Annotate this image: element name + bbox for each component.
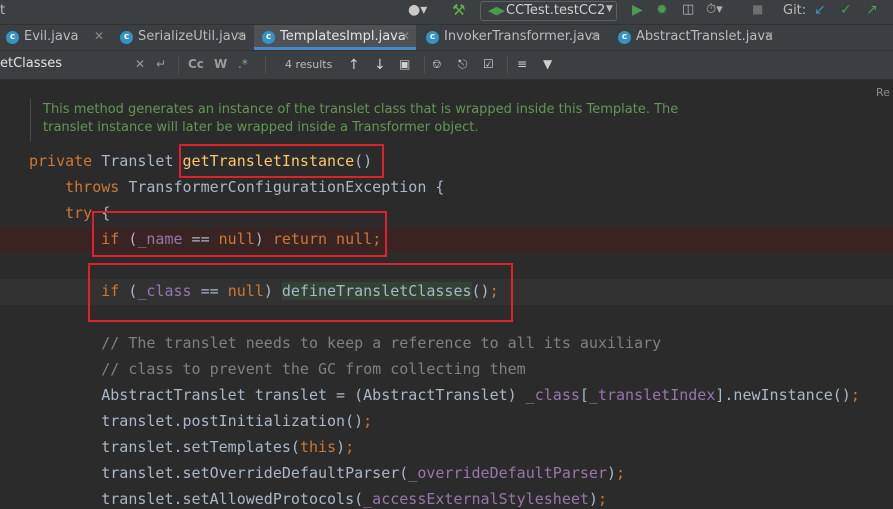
javadoc-line: This method generates an instance of the…: [43, 102, 679, 117]
divider: [424, 56, 425, 74]
code-line-set-allowed-protocols: translet.setAllowedProtocols(_accessExte…: [29, 490, 607, 508]
search-results-count: 4 results: [285, 58, 333, 71]
build-hammer-icon[interactable]: ⚒: [452, 1, 465, 19]
tab-label: SerializeUtil.java: [138, 29, 247, 44]
git-label: Git:: [783, 3, 807, 18]
search-input[interactable]: etClasses: [0, 56, 62, 71]
toolbar-fragment: t: [0, 3, 6, 18]
class-icon: c: [6, 31, 19, 44]
class-icon: c: [120, 31, 133, 44]
close-icon[interactable]: ✕: [590, 29, 600, 43]
editor-tabs: c Evil.java ✕ c SerializeUtil.java ✕ c T…: [0, 25, 893, 51]
find-bar: etClasses ✕ ↵ Cc W .* 4 results ↑ ↓ ▣ ⎊ …: [0, 51, 893, 80]
tab-invokertransformer[interactable]: c InvokerTransformer.java ✕: [418, 25, 606, 50]
chevron-down-icon: ▼: [606, 4, 613, 14]
run-icon[interactable]: ▶: [632, 2, 643, 18]
annotation-box-method: [179, 144, 384, 178]
javadoc-comment: This method generates an instance of the…: [30, 98, 877, 142]
code-line-comment: // class to prevent the GC from collecti…: [29, 360, 526, 378]
close-icon[interactable]: ✕: [94, 29, 104, 43]
reader-mode-marker: Re: [876, 86, 890, 99]
remove-occurrence-icon[interactable]: ⎋: [458, 57, 468, 72]
match-case-button[interactable]: Cc: [188, 57, 204, 71]
coverage-icon[interactable]: ◫: [682, 2, 694, 17]
close-icon[interactable]: ✕: [400, 29, 410, 43]
code-line-set-override-parser: translet.setOverrideDefaultParser(_overr…: [29, 464, 626, 482]
tab-label: Evil.java: [24, 29, 79, 44]
annotation-box-class-check: [88, 263, 513, 322]
tab-templatesimpl[interactable]: c TemplatesImpl.java ✕: [254, 25, 416, 50]
divider: [178, 56, 179, 74]
code-line-comment: // The translet needs to keep a referenc…: [29, 334, 662, 352]
stop-icon[interactable]: ■: [752, 2, 763, 16]
select-occurrences-icon[interactable]: ☑: [483, 57, 494, 71]
add-occurrence-icon[interactable]: ⎊: [432, 57, 442, 72]
git-commit-icon[interactable]: ✓: [840, 2, 852, 18]
run-config-label: CCTest.testCC2: [506, 3, 606, 18]
code-line-new-instance: AbstractTranslet translet = (AbstractTra…: [29, 386, 860, 404]
code-line-set-templates: translet.setTemplates(this);: [29, 438, 355, 456]
tab-label: InvokerTransformer.java: [444, 29, 601, 44]
close-icon[interactable]: ✕: [236, 29, 246, 43]
profile-icon[interactable]: ⏱▾: [706, 2, 723, 17]
clear-search-icon[interactable]: ✕: [135, 57, 145, 71]
divider: [265, 56, 266, 74]
user-icon[interactable]: ●▾: [408, 2, 427, 18]
debug-icon[interactable]: ✹: [656, 2, 668, 18]
run-configuration-selector[interactable]: ◀▶ CCTest.testCC2 ▼: [480, 1, 617, 21]
close-icon[interactable]: ✕: [764, 29, 774, 43]
code-editor[interactable]: Re This method generates an instance of …: [0, 80, 893, 509]
new-line-icon[interactable]: ↵: [156, 57, 166, 71]
tab-label: TemplatesImpl.java: [280, 29, 406, 44]
class-icon: c: [262, 31, 275, 44]
annotation-box-name-check: [92, 211, 387, 257]
select-all-occurrences-icon[interactable]: ▣: [399, 57, 410, 71]
divider: [507, 56, 508, 74]
filter-icon[interactable]: ▼: [543, 57, 552, 71]
tab-evil[interactable]: c Evil.java ✕: [0, 25, 110, 50]
multiline-icon[interactable]: ≡: [517, 57, 527, 71]
git-update-icon[interactable]: ↙: [814, 2, 826, 18]
code-line-throws: throws TransformerConfigurationException…: [29, 178, 445, 196]
code-line-post-initialization: translet.postInitialization();: [29, 412, 373, 430]
class-icon: c: [426, 31, 439, 44]
regex-icon[interactable]: .*: [238, 57, 248, 71]
javadoc-line: translet instance will later be wrapped …: [43, 120, 479, 135]
class-icon: c: [618, 31, 631, 44]
tab-serializeutil[interactable]: c SerializeUtil.java ✕: [112, 25, 252, 50]
tab-abstracttranslet[interactable]: c AbstractTranslet.java ✕: [610, 25, 780, 50]
previous-occurrence-icon[interactable]: ↑: [348, 57, 360, 73]
tab-label: AbstractTranslet.java: [636, 29, 774, 44]
next-occurrence-icon[interactable]: ↓: [374, 57, 386, 73]
git-push-icon[interactable]: ↗: [866, 2, 878, 18]
whole-words-button[interactable]: W: [214, 57, 227, 71]
main-toolbar: t ●▾ ⚒ ◀▶ CCTest.testCC2 ▼ ▶ ✹ ◫ ⏱▾ ■ Gi…: [0, 0, 893, 25]
run-config-icon: ◀▶: [488, 4, 505, 17]
